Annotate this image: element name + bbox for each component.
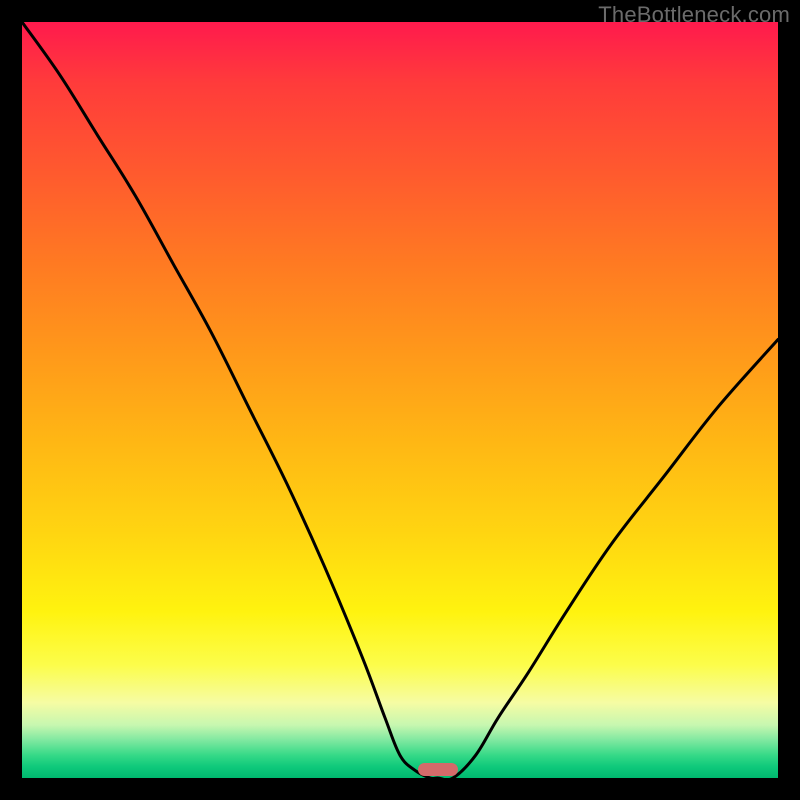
chart-frame: TheBottleneck.com [0,0,800,800]
curve-path [22,22,778,778]
plot-area [22,22,778,778]
optimal-marker [418,763,458,776]
bottleneck-curve [22,22,778,778]
watermark-text: TheBottleneck.com [598,2,790,28]
